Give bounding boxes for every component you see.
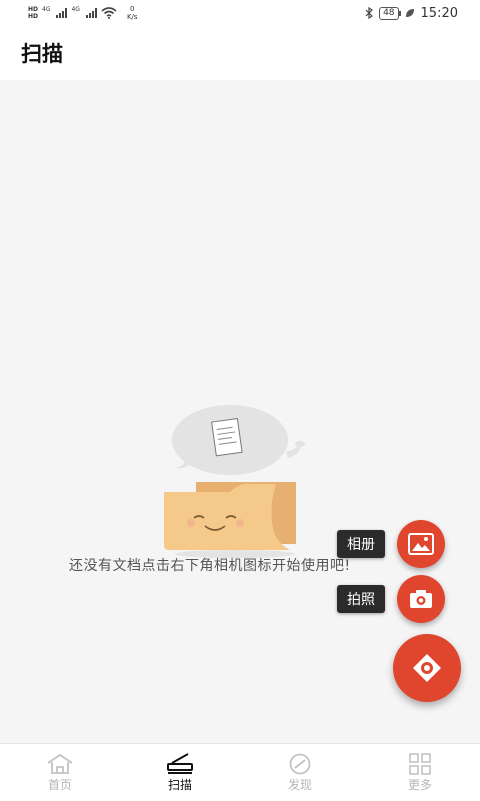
network-speed: 0 K/s [127, 5, 138, 21]
status-bar: HD HD 4G 4G 0 K/s 48 15:20 [0, 0, 480, 26]
scan-eye-icon [413, 654, 441, 682]
network-type-2: 4G [71, 6, 80, 13]
home-icon [47, 753, 73, 774]
bottom-nav: 首页 扫描 发现 更多 [0, 743, 480, 801]
fab-album-row[interactable]: 相册 [337, 520, 445, 568]
clock: 15:20 [420, 5, 458, 21]
image-icon [408, 533, 434, 555]
signal-icon [56, 8, 68, 18]
scanner-icon [167, 752, 193, 774]
empty-state-message: 还没有文档点击右下角相机图标开始使用吧! [69, 558, 351, 574]
nav-label-discover: 发现 [287, 777, 312, 792]
status-right: 48 15:20 [365, 6, 458, 21]
album-label[interactable]: 相册 [337, 530, 385, 558]
leaf-icon [405, 9, 414, 17]
nav-label-home: 首页 [47, 777, 72, 792]
camera-button[interactable] [397, 575, 445, 623]
camera-icon [410, 590, 432, 608]
nav-item-more[interactable]: 更多 [360, 744, 480, 801]
status-left: HD HD 4G 4G 0 K/s [28, 5, 138, 21]
speed-value: 0 [130, 5, 135, 13]
network-type-1: 4G [42, 6, 51, 13]
album-button[interactable] [397, 520, 445, 568]
battery-level: 48 [383, 7, 395, 18]
wifi-icon [101, 7, 117, 19]
page-title: 扫描 [21, 42, 63, 66]
nav-item-discover[interactable]: 发现 [240, 744, 360, 801]
compass-icon [289, 753, 311, 774]
speed-unit: K/s [126, 13, 138, 21]
nav-label-scan: 扫描 [167, 777, 192, 792]
nav-item-home[interactable]: 首页 [0, 744, 120, 801]
signal-icon-2 [85, 8, 97, 18]
nav-item-scan[interactable]: 扫描 [120, 744, 240, 801]
scan-fab-button[interactable] [393, 634, 461, 702]
fab-photo-row[interactable]: 拍照 [337, 575, 445, 623]
hd-label-1: HD [28, 6, 39, 13]
hd-label-2: HD [28, 13, 39, 20]
battery-icon: 48 [379, 6, 402, 20]
empty-folder-illustration [164, 405, 305, 558]
photo-label[interactable]: 拍照 [337, 585, 385, 613]
app-bar: 扫描 [0, 26, 480, 80]
hd-indicator: HD HD [28, 6, 38, 20]
bluetooth-icon [365, 7, 374, 19]
grid-icon [409, 752, 431, 775]
nav-label-more: 更多 [407, 777, 432, 792]
